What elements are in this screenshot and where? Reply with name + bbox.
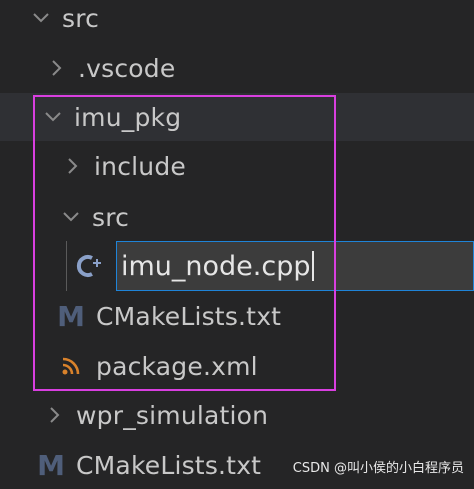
chevron-right-icon	[62, 155, 84, 177]
rss-xml-icon	[58, 353, 84, 379]
chevron-right-icon	[46, 57, 68, 79]
tree-item-imu-pkg[interactable]: imu_pkg	[0, 93, 474, 141]
tree-item-label: CMakeLists.txt	[76, 450, 262, 480]
watermark: CSDN @叫小侯的小白程序员	[292, 461, 464, 476]
file-explorer: src .vscode imu_pkg include src imu_node…	[0, 0, 474, 484]
text-caret	[311, 251, 314, 281]
chevron-down-icon	[42, 106, 64, 128]
tree-item-label: src	[92, 202, 130, 232]
rename-input-value: imu_node.cpp	[121, 250, 311, 282]
cmake-icon: M	[57, 299, 85, 333]
tree-item-label: wpr_simulation	[76, 400, 269, 430]
indent-guide	[66, 241, 67, 291]
tree-item-label: CMakeLists.txt	[96, 301, 282, 331]
tree-item-label: .vscode	[78, 53, 176, 83]
tree-item-wpr-simulation[interactable]: wpr_simulation	[0, 391, 474, 439]
tree-item-package-xml[interactable]: package.xml	[0, 342, 474, 390]
rename-input[interactable]: imu_node.cpp	[116, 241, 474, 291]
tree-item-src-root[interactable]: src	[0, 0, 474, 42]
tree-item-include[interactable]: include	[0, 142, 474, 190]
tree-item-label: package.xml	[96, 351, 258, 381]
chevron-right-icon	[44, 404, 66, 426]
tree-item-label: imu_pkg	[74, 102, 182, 132]
cpp-file-icon	[76, 252, 104, 280]
chevron-down-icon	[60, 206, 82, 228]
tree-item-label: include	[94, 151, 186, 181]
tree-item-src-inner[interactable]: src	[0, 193, 474, 241]
tree-item-vscode[interactable]: .vscode	[0, 44, 474, 92]
tree-item-label: src	[62, 3, 100, 33]
tree-item-pkg-cmakelists[interactable]: M CMakeLists.txt	[0, 292, 474, 340]
cmake-icon: M	[37, 448, 65, 482]
chevron-down-icon	[30, 7, 52, 29]
